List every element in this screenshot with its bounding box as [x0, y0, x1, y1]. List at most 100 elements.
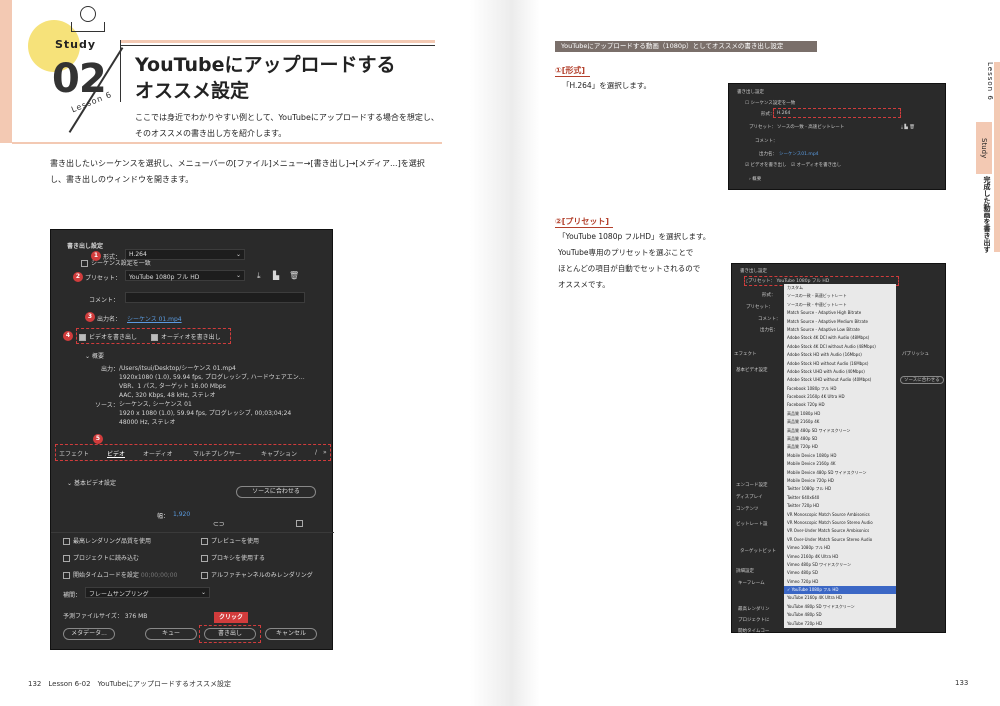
preset-option[interactable]: 高品質 1080p HD [784, 410, 896, 418]
preset-option[interactable]: Twitter 640x640 [784, 494, 896, 502]
match-source-button[interactable]: ソースに合わせる [236, 486, 316, 498]
max-render-checkbox[interactable]: 最高レンダリング品質を使用 [63, 536, 151, 545]
preset-option[interactable]: Vimeo 720p HD [784, 578, 896, 586]
preset-option[interactable]: Mobile Device 1080p HD [784, 452, 896, 460]
preview-checkbox[interactable]: プレビューを使用 [201, 536, 259, 545]
preset-option[interactable]: Mobile Device 480p SD ワイドスクリーン [784, 469, 896, 477]
preset-option[interactable]: VR Monoscopic Match Source Stereo Audio [784, 519, 896, 527]
preset-option[interactable]: Twitter 720p HD [784, 502, 896, 510]
output-name-link[interactable]: シーケンス 01.mp4 [127, 314, 182, 323]
tab-publish[interactable]: パブリッシュ [902, 351, 929, 357]
export-video-checkbox[interactable]: ビデオを書き出し [79, 332, 137, 341]
preset-option[interactable]: VR Over-Under Match Source Ambisonics [784, 527, 896, 535]
proxy-checkbox[interactable]: プロキシを使用する [201, 553, 265, 562]
format-highlight [773, 108, 901, 118]
preset-option[interactable]: YouTube 480p SD ワイドスクリーン [784, 603, 896, 611]
queue-button[interactable]: キュー [145, 628, 197, 640]
match-sequence-checkbox[interactable]: ☐ シーケンス設定を一致 [745, 100, 795, 106]
body-text: 書き出したいシーケンスを選択し、メニューバーの[ファイル]メニュー→[書き出し]… [50, 156, 450, 188]
start-timecode-checkbox[interactable]: 開始タイムコー [738, 628, 769, 634]
format-label: 形式： [103, 254, 122, 261]
preset-option[interactable]: Twitter 1080p フル HD [784, 485, 896, 493]
tab-effects[interactable]: エフェクト [734, 351, 757, 357]
format-select[interactable]: H.264 ⌄ [125, 249, 245, 260]
preset-value[interactable]: ソースの一致 - 高速ビットレート [777, 124, 844, 130]
import-project-checkbox[interactable]: プロジェクトに [738, 617, 770, 623]
link-icon[interactable]: ⊂⊃ [213, 520, 225, 528]
preset-option[interactable]: Vimeo 2160p 4K Ultra HD [784, 553, 896, 561]
output-summary-line: VBR、1 パス, ターゲット 16.00 Mbps [119, 383, 226, 390]
preset-option[interactable]: VR Over-Under Match Source Stereo Audio [784, 536, 896, 544]
export-video-checkbox[interactable]: ☑ ビデオを書き出し [745, 162, 786, 168]
preset-option[interactable]: Vimeo 1080p フル HD [784, 544, 896, 552]
checkbox-icon [63, 538, 70, 545]
checkbox-icon[interactable] [296, 520, 306, 527]
preset-option[interactable]: 高品質 2160p 4K [784, 418, 896, 426]
preset-option[interactable]: Adobe Stock 4K DCI without Audio (48Mbps… [784, 343, 896, 351]
preset-option[interactable]: 高品質 480p SD ワイドスクリーン [784, 427, 896, 435]
export-settings-heading: 書き出し設定 [737, 90, 764, 95]
preset-option[interactable]: Adobe Stock UHD without Audio (40Mbps) [784, 376, 896, 384]
export-button[interactable]: 書き出し [204, 628, 256, 640]
preset-option[interactable]: Match Source - Adaptive High Bitrate [784, 309, 896, 317]
format-value[interactable]: H.264 [777, 111, 790, 116]
preset-option[interactable]: Match Source - Adaptive Medium Bitrate [784, 318, 896, 326]
preset-option[interactable]: Facebook 1080p フル HD [784, 385, 896, 393]
preset-option[interactable]: 高品質 480p SD [784, 435, 896, 443]
tab-captions[interactable]: キャプション [261, 449, 297, 458]
preset-option[interactable]: 高品質 720p HD [784, 443, 896, 451]
keyframe-checkbox[interactable]: キーフレーム [738, 580, 765, 586]
step2-text: 「YouTube 1080p フルHD」を選択します。 YouTube専用のプリ… [558, 229, 728, 293]
export-audio-checkbox[interactable]: オーディオを書き出し [151, 332, 221, 341]
advanced-heading: 詳細設定 [736, 569, 754, 574]
width-value[interactable]: 1,920 [173, 511, 190, 518]
preset-option[interactable]: Adobe Stock 4K DCI with Audio (48Mbps) [784, 334, 896, 342]
tab-video[interactable]: ビデオ [107, 449, 125, 458]
preset-option[interactable]: カスタム [784, 284, 896, 292]
start-timecode-checkbox[interactable]: 開始タイムコードを設定 00;00;00;00 [63, 570, 177, 579]
export-audio-checkbox[interactable]: ☑ オーディオを書き出し [791, 162, 841, 168]
comment-input[interactable] [125, 292, 305, 303]
tab-multiplexer[interactable]: マルチプレクサー [193, 449, 241, 458]
interpolation-select[interactable]: フレームサンプリング ⌄ [85, 587, 210, 598]
preset-option[interactable]: YouTube 2160p 4K Ultra HD [784, 594, 896, 602]
preset-option[interactable]: ✓ YouTube 1080p フル HD [784, 586, 896, 595]
import-project-checkbox[interactable]: プロジェクトに読み込む [63, 553, 139, 562]
preset-option[interactable]: ソースの一致 - 中速ビットレート [784, 301, 896, 309]
tab-effects[interactable]: エフェクト [59, 449, 89, 458]
preset-option[interactable]: Mobile Device 2160p 4K [784, 460, 896, 468]
tab-more[interactable]: / [315, 449, 317, 456]
preset-option[interactable]: YouTube 720p HD [784, 620, 896, 628]
import-preset-icon[interactable]: ▙ [273, 271, 279, 280]
max-render-checkbox[interactable]: 最高レンダリン [738, 606, 770, 612]
output-name-link[interactable]: シーケンス01.mp4 [779, 151, 819, 157]
preset-option[interactable]: Match Source - Adaptive Low Bitrate [784, 326, 896, 334]
trash-icon[interactable]: 🗑 [289, 271, 299, 280]
preset-option[interactable]: VR Monoscopic Match Source Ambisonics [784, 511, 896, 519]
chevron-right-icon[interactable]: » [323, 449, 327, 456]
save-preset-icon[interactable]: ⤓ [257, 271, 261, 281]
tab-audio[interactable]: オーディオ [143, 449, 173, 458]
preset-option[interactable]: Vimeo 480p SD ワイドスクリーン [784, 561, 896, 569]
source-summary-line: 48000 Hz, ステレオ [119, 419, 176, 426]
cancel-button[interactable]: キャンセル [265, 628, 317, 640]
preset-option[interactable]: Vimeo 480p SD [784, 569, 896, 577]
preset-option[interactable]: YouTube 480p SD [784, 611, 896, 619]
right-section-heading: YouTubeにアップロードする動画（1080p）としてオススメの書き出し設定 [555, 41, 817, 52]
preset-option[interactable]: Facebook 2160p 4K Ultra HD [784, 393, 896, 401]
metadata-button[interactable]: メタデータ... [63, 628, 115, 640]
preset-option[interactable]: Adobe Stock UHD with Audio (40Mbps) [784, 368, 896, 376]
alpha-only-checkbox[interactable]: アルファチャンネルのみレンダリング [201, 570, 313, 579]
preset-option[interactable]: Mobile Device 720p HD [784, 477, 896, 485]
export-video-label: ビデオを書き出し [89, 334, 138, 341]
preset-select[interactable]: YouTube 1080p フル HD ⌄ [125, 270, 245, 281]
basic-video-heading: 基本ビデオ設定 [736, 368, 768, 373]
output-name-label: 出力名： [97, 316, 122, 323]
preset-option[interactable]: Adobe Stock HD with Audio (16Mbps) [784, 351, 896, 359]
preset-option[interactable]: ソースの一致 - 高速ビットレート [784, 292, 896, 300]
match-source-button[interactable]: ソースに合わせる [900, 376, 944, 384]
preset-dropdown-list[interactable]: カスタム ソースの一致 - 高速ビットレート ソースの一致 - 中速ビットレート Ma… [784, 284, 896, 629]
preset-option[interactable]: Facebook 720p HD [784, 401, 896, 409]
preset-icons[interactable]: ⤓ ▙ 🗑 [901, 124, 915, 130]
preset-option[interactable]: Adobe Stock HD without Audio (16Mbps) [784, 360, 896, 368]
